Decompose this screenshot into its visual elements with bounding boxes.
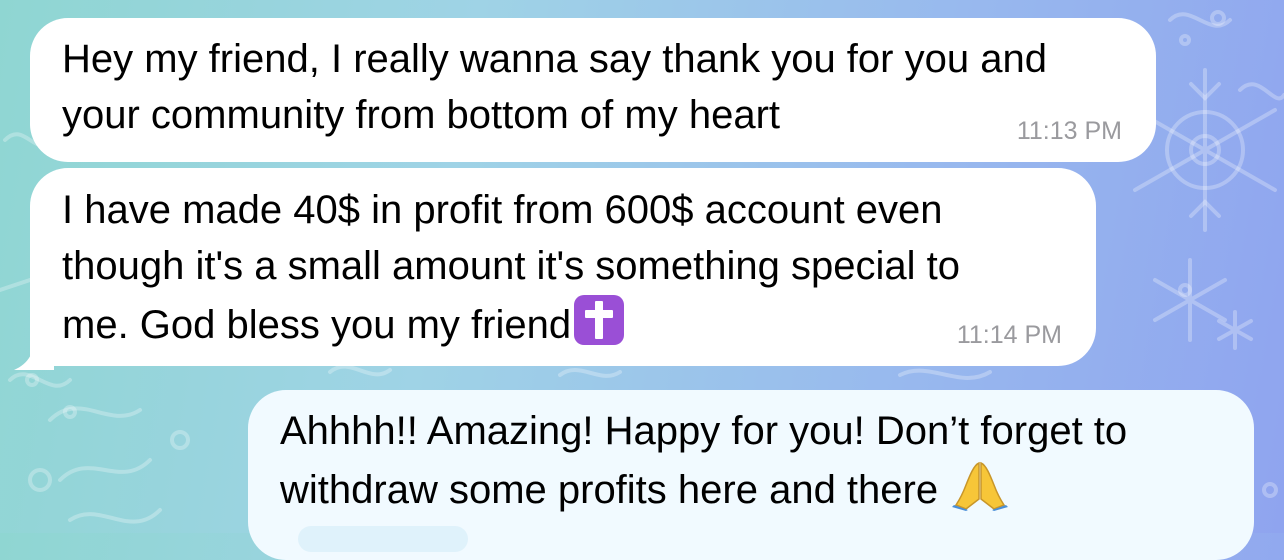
message-text-line: Ahhhh!! Amazing! Happy for you! Don’t fo… [280,409,1128,453]
message-text-line: withdraw some profits here and there [280,468,939,512]
message-text-line: Hey my friend, I really wanna say thank … [62,37,1047,81]
snowflake-icon [28,406,190,524]
outgoing-message-bubble[interactable]: Ahhhh!! Amazing! Happy for you! Don’t fo… [248,390,1254,560]
incoming-message-bubble[interactable]: Hey my friend, I really wanna say thank … [30,18,1156,162]
dot-decoration [1210,10,1226,26]
squiggle-decoration [328,364,992,380]
dot-decoration [1179,34,1191,46]
message-text-line: me. God bless you my friend [62,303,572,347]
message-text-line: I have made 40$ in profit from 600$ acco… [62,188,943,232]
message-text-line: though it's a small amount it's somethin… [62,244,960,288]
message-text-line: your community from bottom of my heart [62,93,781,137]
latin-cross-emoji-icon [574,295,625,345]
dot-decoration [1178,283,1192,297]
message-timestamp: 11:14 PM [956,321,1062,349]
message-footer-placeholder [298,526,468,552]
squiggle-decoration [1168,12,1284,101]
snowflake-icon [1133,68,1277,232]
message-timestamp: 11:13 PM [1016,117,1122,145]
dot-decoration [63,405,77,419]
folded-hands-emoji-icon [952,461,1009,511]
dot-decoration [1262,482,1278,498]
snowflake-icon [1153,258,1227,342]
asterisk-icon [1217,310,1253,350]
incoming-message-bubble[interactable]: I have made 40$ in profit from 600$ acco… [30,168,1096,366]
dot-decoration [25,373,39,387]
